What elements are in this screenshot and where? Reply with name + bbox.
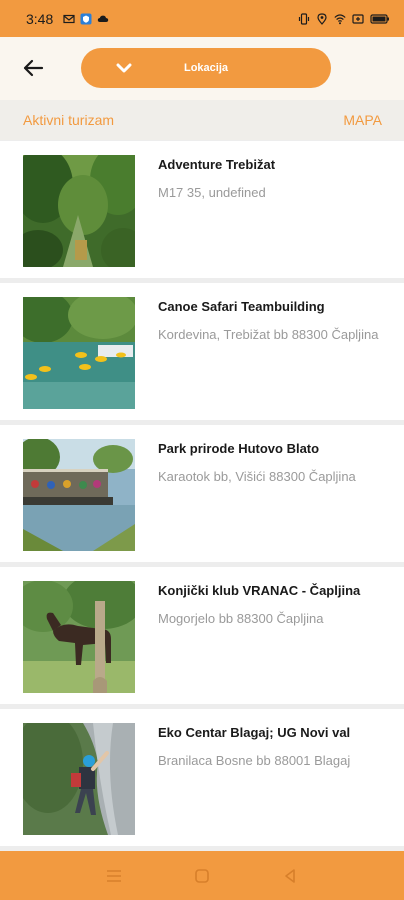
- system-nav-bar: [0, 851, 404, 900]
- item-address: Kordevina, Trebižat bb 88300 Čapljina: [158, 327, 379, 342]
- list-item[interactable]: Adventure Trebižat M17 35, undefined: [0, 141, 404, 278]
- cloud-icon: [98, 15, 109, 22]
- item-address: M17 35, undefined: [158, 185, 266, 200]
- thumbnail-image: [23, 155, 135, 267]
- home-button[interactable]: [190, 864, 214, 888]
- back-triangle-icon: [285, 868, 295, 883]
- item-address: Mogorjelo bb 88300 Čapljina: [158, 611, 324, 626]
- location-button[interactable]: Lokacija: [81, 48, 331, 88]
- home-square-icon: [195, 868, 209, 883]
- menu-icon: [107, 869, 121, 882]
- wifi-icon: [334, 13, 346, 24]
- list-item[interactable]: Canoe Safari Teambuilding Kordevina, Tre…: [0, 283, 404, 420]
- mail-icon: [63, 14, 75, 23]
- app-header: Lokacija: [0, 37, 404, 100]
- vpn-icon: [80, 13, 92, 24]
- item-address: Branilaca Bosne bb 88001 Blagaj: [158, 753, 351, 768]
- vibrate-icon: [298, 12, 310, 25]
- item-title: Adventure Trebižat: [158, 157, 276, 172]
- item-title: Park prirode Hutovo Blato: [158, 441, 320, 456]
- battery-saver-icon: [352, 13, 364, 24]
- thumbnail-image: [23, 439, 135, 551]
- back-nav-button[interactable]: [278, 864, 302, 888]
- item-title: Konjički klub VRANAC - Čapljina: [158, 583, 361, 598]
- item-title: Canoe Safari Teambuilding: [158, 299, 325, 314]
- back-button[interactable]: [18, 53, 48, 83]
- list-item[interactable]: Konjički klub VRANAC - Čapljina Mogorjel…: [0, 567, 404, 704]
- thumbnail-image: [23, 581, 135, 693]
- status-right-icons: [298, 12, 390, 25]
- listing-list: Adventure Trebižat M17 35, undefined Can…: [0, 141, 404, 851]
- status-time: 3:48: [26, 10, 54, 27]
- thumbnail-image: [23, 297, 135, 409]
- status-left-icons: [63, 13, 109, 25]
- location-button-label: Lokacija: [183, 62, 229, 74]
- thumbnail-image: [23, 723, 135, 835]
- list-item[interactable]: Park prirode Hutovo Blato Karaotok bb, V…: [0, 425, 404, 562]
- arrow-left-icon: [23, 59, 44, 77]
- battery-icon: [370, 13, 389, 24]
- recent-apps-button[interactable]: [102, 864, 126, 888]
- item-title: Eko Centar Blagaj; UG Novi val: [158, 725, 351, 740]
- location-icon: [317, 12, 327, 25]
- status-bar: 3:48: [0, 0, 404, 37]
- list-item[interactable]: Eko Centar Blagaj; UG Novi val Branilaca…: [0, 709, 404, 846]
- category-label: Aktivni turizam: [23, 112, 115, 128]
- item-address: Karaotok bb, Višići 88300 Čapljina: [158, 469, 356, 484]
- map-link[interactable]: MAPA: [343, 112, 382, 128]
- subheader: Aktivni turizam MAPA: [0, 100, 404, 140]
